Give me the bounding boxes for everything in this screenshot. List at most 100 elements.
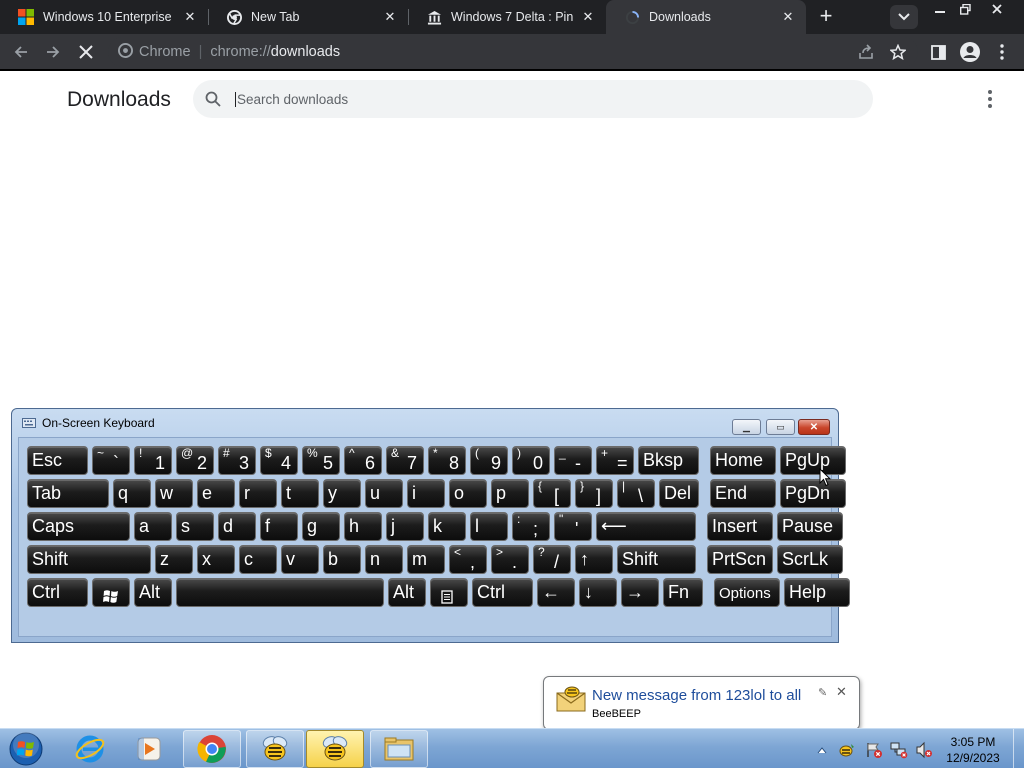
key-del[interactable]: Del [659, 479, 699, 508]
key-n[interactable]: n [365, 545, 403, 574]
key-pgdn[interactable]: PgDn [780, 479, 846, 508]
taskbar-media-player[interactable] [120, 730, 178, 768]
key-`[interactable]: ~ ` [92, 446, 130, 475]
key-4[interactable]: $4 [260, 446, 298, 475]
key-z[interactable]: z [155, 545, 193, 574]
key-d[interactable]: d [218, 512, 256, 541]
share-button[interactable] [854, 40, 878, 64]
key--[interactable]: _ - [554, 446, 592, 475]
key-v[interactable]: v [281, 545, 319, 574]
key-c[interactable]: c [239, 545, 277, 574]
key-e[interactable]: e [197, 479, 235, 508]
key-arrow[interactable]: ⟵ [596, 512, 696, 541]
osk-minimize-button[interactable]: ▁ [732, 419, 761, 435]
key-;[interactable]: :; [512, 512, 550, 541]
key-/[interactable]: ? / [533, 545, 571, 574]
show-hidden-icons-button[interactable] [813, 741, 831, 759]
search-downloads-box[interactable] [193, 80, 873, 118]
key-ctrl[interactable]: Ctrl [27, 578, 88, 607]
key-home[interactable]: Home [710, 446, 776, 475]
key-9[interactable]: (9 [470, 446, 508, 475]
key-1[interactable]: ! 1 [134, 446, 172, 475]
key-windows[interactable] [92, 578, 130, 607]
key-a[interactable]: a [134, 512, 172, 541]
forward-button[interactable] [41, 40, 65, 64]
side-panel-button[interactable] [926, 40, 950, 64]
taskbar-internet-explorer[interactable] [61, 730, 119, 768]
key-u[interactable]: u [365, 479, 403, 508]
key-,[interactable]: <, [449, 545, 487, 574]
taskbar-beebeep[interactable] [246, 730, 304, 768]
key-k[interactable]: k [428, 512, 466, 541]
key-'[interactable]: " ' [554, 512, 592, 541]
taskbar-file-explorer[interactable] [370, 730, 428, 768]
tray-volume[interactable] [915, 741, 933, 759]
tab-new-tab[interactable]: New Tab ✕ [208, 0, 408, 34]
key-7[interactable]: & 7 [386, 446, 424, 475]
key-=[interactable]: + = [596, 446, 634, 475]
key-scrlk[interactable]: ScrLk [777, 545, 843, 574]
key-prtscn[interactable]: PrtScn [707, 545, 773, 574]
osk-close-button[interactable]: ✕ [798, 419, 830, 435]
key-tab[interactable]: Tab [27, 479, 109, 508]
key-8[interactable]: * 8 [428, 446, 466, 475]
key-x[interactable]: x [197, 545, 235, 574]
taskbar-clock[interactable]: 3:05 PM 12/9/2023 [938, 734, 1008, 766]
tab-search-button[interactable] [890, 5, 918, 29]
key-shift[interactable]: Shift [617, 545, 696, 574]
key-pause[interactable]: Pause [777, 512, 843, 541]
key-s[interactable]: s [176, 512, 214, 541]
tray-beebeep[interactable] [837, 741, 855, 759]
start-button[interactable] [6, 731, 46, 767]
key-][interactable]: }] [575, 479, 613, 508]
tab-windows-10-enterprise[interactable]: Windows 10 Enterprise | M ✕ [0, 0, 208, 34]
bookmark-button[interactable] [886, 40, 910, 64]
osk-titlebar[interactable]: On-Screen Keyboard [12, 409, 838, 437]
close-window-button[interactable] [985, 0, 1009, 18]
key-space[interactable] [176, 578, 384, 607]
search-input[interactable] [235, 91, 835, 107]
key-g[interactable]: g [302, 512, 340, 541]
new-tab-button[interactable]: + [814, 5, 838, 29]
key-help[interactable]: Help [784, 578, 850, 607]
browser-menu-button[interactable] [990, 40, 1014, 64]
profile-button[interactable] [958, 40, 982, 64]
key-t[interactable]: t [281, 479, 319, 508]
key-insert[interactable]: Insert [707, 512, 773, 541]
key-b[interactable]: b [323, 545, 361, 574]
key-j[interactable]: j [386, 512, 424, 541]
key-pgup[interactable]: PgUp [780, 446, 846, 475]
key-p[interactable]: p [491, 479, 529, 508]
key-y[interactable]: y [323, 479, 361, 508]
key-alt[interactable]: Alt [134, 578, 172, 607]
downloads-menu-button[interactable] [980, 89, 1000, 109]
key-o[interactable]: o [449, 479, 487, 508]
tab-windows-7-delta[interactable]: Windows 7 Delta : Pinky ✕ [408, 0, 606, 34]
key-esc[interactable]: Esc [27, 446, 88, 475]
show-desktop-button[interactable] [1013, 729, 1024, 768]
osk-restore-button[interactable]: ▭ [766, 419, 795, 435]
tray-action-center[interactable] [865, 741, 883, 759]
key-l[interactable]: l [470, 512, 508, 541]
tray-network[interactable] [890, 741, 908, 759]
notification-balloon[interactable]: New message from 123lol to all BeeBEEP ✎… [543, 676, 860, 741]
key-caps[interactable]: Caps [27, 512, 130, 541]
key-end[interactable]: End [710, 479, 776, 508]
key-2[interactable]: @2 [176, 446, 214, 475]
key-\[interactable]: | \ [617, 479, 655, 508]
key-alt[interactable]: Alt [388, 578, 426, 607]
restore-window-button[interactable] [953, 0, 977, 18]
key-options[interactable]: Options [714, 578, 780, 607]
key-6[interactable]: ^ 6 [344, 446, 382, 475]
tab-close-icon[interactable]: ✕ [580, 9, 596, 25]
key-0[interactable]: ) 0 [512, 446, 550, 475]
key-menu[interactable] [430, 578, 468, 607]
key-[[interactable]: {[ [533, 479, 571, 508]
key-5[interactable]: % 5 [302, 446, 340, 475]
key-arrow[interactable]: ← [537, 578, 575, 607]
notification-close-button[interactable]: ✕ [836, 684, 847, 700]
key-bksp[interactable]: Bksp [638, 446, 699, 475]
key-w[interactable]: w [155, 479, 193, 508]
key-r[interactable]: r [239, 479, 277, 508]
key-q[interactable]: q [113, 479, 151, 508]
